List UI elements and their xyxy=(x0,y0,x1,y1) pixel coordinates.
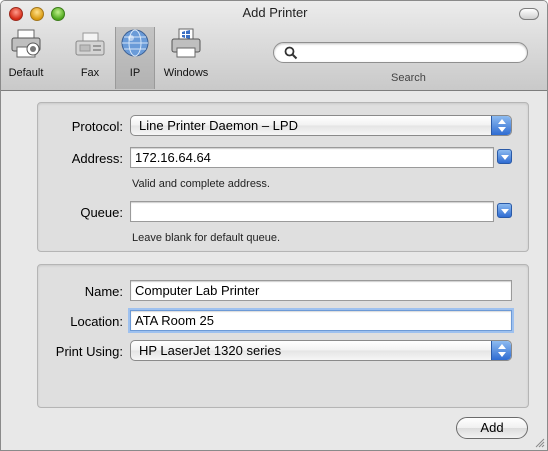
popup-arrows-icon xyxy=(491,116,511,135)
popup-arrows-icon xyxy=(491,341,511,360)
protocol-popup[interactable]: Line Printer Daemon – LPD xyxy=(130,115,512,136)
toolbar-item-ip[interactable]: IP xyxy=(118,27,152,79)
add-button[interactable]: Add xyxy=(456,417,528,439)
toolbar-item-default[interactable]: Default xyxy=(3,27,49,79)
toolbar-item-label: IP xyxy=(129,67,141,79)
location-label: Location: xyxy=(70,314,123,329)
address-dropdown-arrow-icon[interactable] xyxy=(497,149,512,164)
fax-icon xyxy=(75,32,105,56)
queue-field[interactable] xyxy=(130,201,494,222)
search-icon xyxy=(284,46,298,60)
toolbar: Add Printer Default Fax IP Windows Searc… xyxy=(1,1,547,91)
toolbar-item-label: Default xyxy=(8,67,44,79)
toolbar-toggle-button[interactable] xyxy=(519,8,539,20)
name-label: Name: xyxy=(84,284,123,299)
search-input[interactable] xyxy=(273,42,528,63)
queue-label: Queue: xyxy=(80,205,123,220)
address-hint: Valid and complete address. xyxy=(132,178,270,190)
address-field[interactable]: 172.16.64.64 xyxy=(130,147,494,168)
address-label: Address: xyxy=(71,151,123,166)
protocol-value: Line Printer Daemon – LPD xyxy=(139,118,298,133)
window-title: Add Printer xyxy=(242,5,308,20)
queue-hint: Leave blank for default queue. xyxy=(132,232,281,244)
toolbar-item-label: Fax xyxy=(80,67,100,79)
toolbar-item-label: Windows xyxy=(163,67,209,79)
search-label: Search xyxy=(391,72,426,84)
toolbar-item-fax[interactable]: Fax xyxy=(73,27,107,79)
add-printer-window: Add Printer Default Fax IP Windows Searc… xyxy=(0,0,548,451)
name-field[interactable]: Computer Lab Printer xyxy=(130,280,512,301)
print-using-label: Print Using: xyxy=(55,344,123,359)
print-using-popup[interactable]: HP LaserJet 1320 series xyxy=(130,340,512,361)
windows-printer-icon xyxy=(171,28,201,58)
location-field[interactable]: ATA Room 25 xyxy=(130,310,512,331)
queue-dropdown-arrow-icon[interactable] xyxy=(497,203,512,218)
protocol-label: Protocol: xyxy=(71,119,123,134)
ip-globe-icon xyxy=(121,29,149,57)
default-printer-icon xyxy=(11,29,41,58)
print-using-value: HP LaserJet 1320 series xyxy=(139,343,282,358)
toolbar-item-windows[interactable]: Windows xyxy=(159,27,213,79)
resize-grip-icon[interactable] xyxy=(533,436,545,448)
